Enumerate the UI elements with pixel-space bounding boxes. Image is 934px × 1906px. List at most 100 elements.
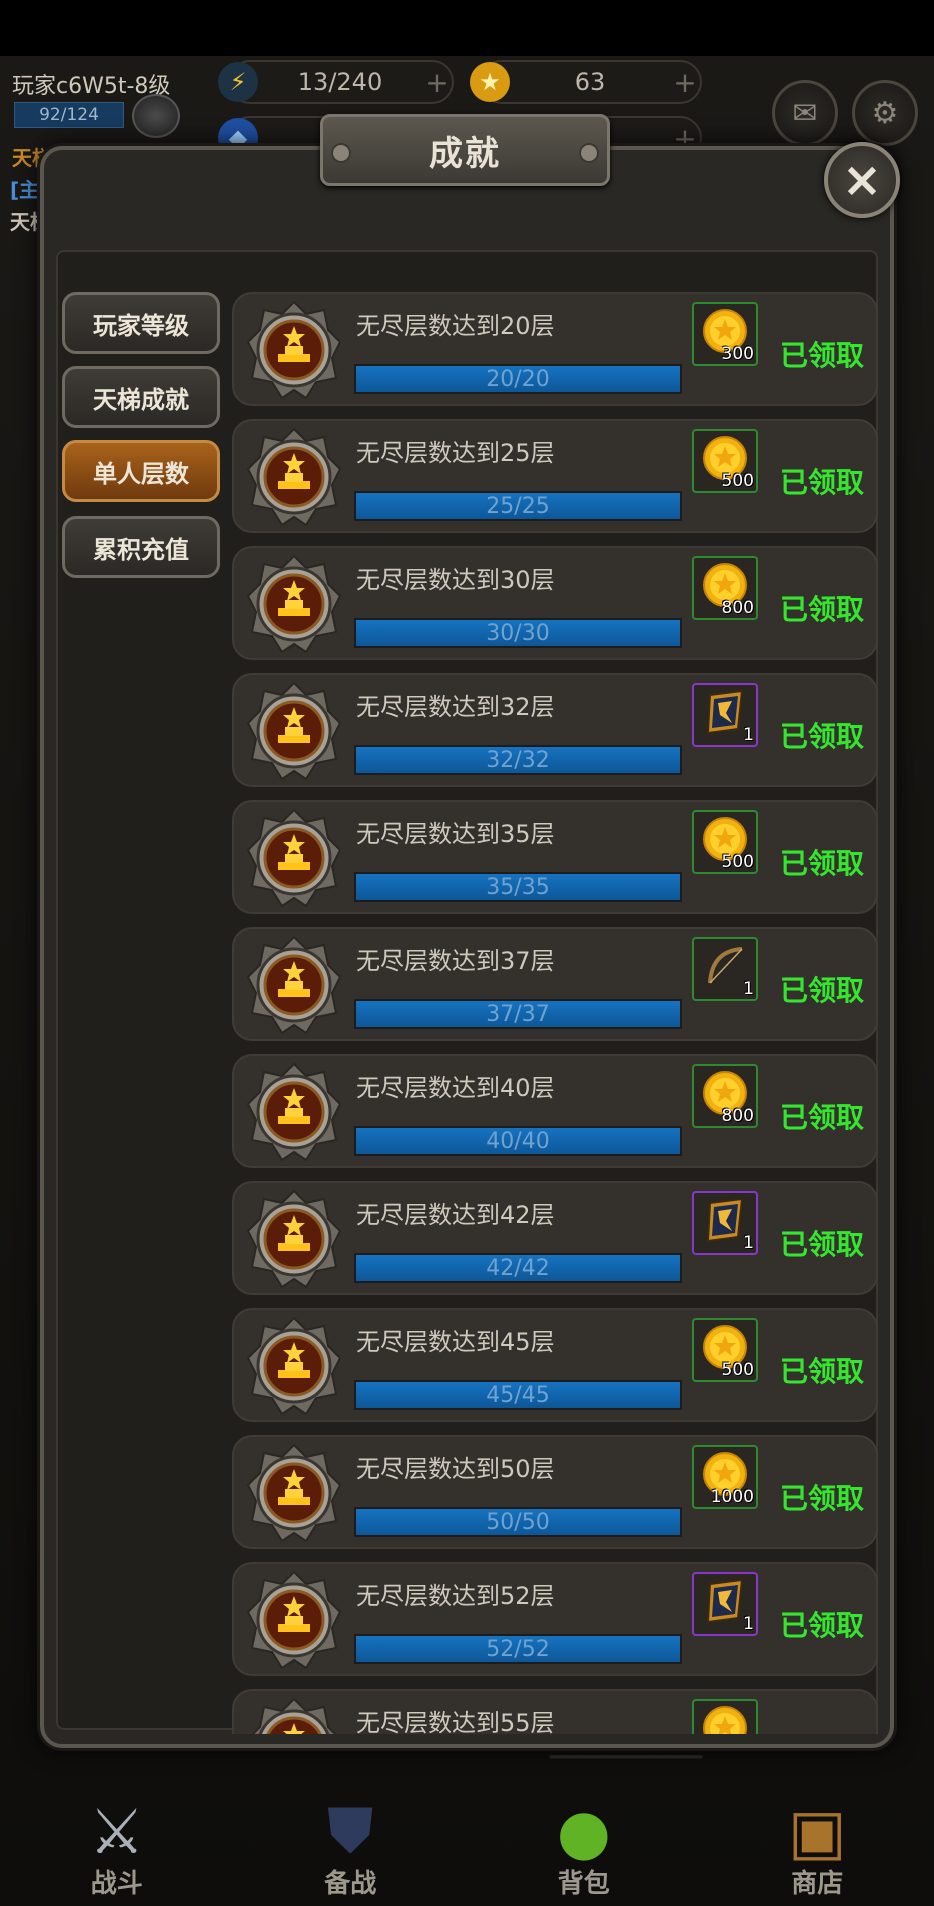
- achievement-title: 无尽层数达到37层: [356, 947, 555, 975]
- bottom-nav: ⚔ 战斗 ⛊ 备战 ● 背包 ▣ 商店: [0, 1790, 934, 1906]
- trophy-medal-icon: [246, 554, 342, 654]
- achievement-title: 无尽层数达到45层: [356, 1328, 555, 1356]
- tab-label: 单人层数: [93, 459, 189, 488]
- reward-quantity: 800: [721, 598, 754, 618]
- progress-text: 50/50: [486, 1509, 550, 1535]
- reward-quantity: 800: [721, 1106, 754, 1126]
- tab-player-level[interactable]: 玩家等级: [62, 292, 220, 354]
- gear-icon: ⚙: [871, 95, 899, 131]
- trophy-medal-icon: [246, 1316, 342, 1416]
- achievement-title: 无尽层数达到40层: [356, 1074, 555, 1102]
- potion-icon: ●: [556, 1795, 611, 1868]
- progress-bar: 37/37: [354, 999, 682, 1029]
- crossed-swords-icon: ⚔: [88, 1795, 145, 1868]
- achievement-title: 无尽层数达到20层: [356, 312, 555, 340]
- reward-quantity: 1000: [710, 1487, 754, 1507]
- tab-label: 累积充值: [93, 535, 189, 564]
- dialog-title-plate: 成就: [320, 114, 610, 186]
- achievement-list[interactable]: 无尽层数达到20层 20/20 300 已领取 无尽层数达到25层 25/25 500 已领…: [228, 288, 884, 1734]
- reward-quantity: 1: [743, 979, 754, 999]
- nav-prepare-label: 备战: [324, 1869, 377, 1899]
- trophy-medal-icon: [246, 1697, 342, 1734]
- achievement-row: 无尽层数达到42层 42/42 1 已领取: [232, 1181, 878, 1295]
- reward-item[interactable]: 500: [692, 1318, 758, 1382]
- status-bar: [0, 0, 934, 56]
- tab-label: 玩家等级: [93, 311, 189, 340]
- reward-item[interactable]: 800: [692, 556, 758, 620]
- nav-shop[interactable]: ▣ 商店: [701, 1790, 934, 1906]
- gold-pill: ★ 63 +: [470, 60, 702, 104]
- progress-bar: 42/42: [354, 1253, 682, 1283]
- achievement-title: 无尽层数达到35层: [356, 820, 555, 848]
- progress-text: 52/52: [486, 1636, 550, 1662]
- reward-quantity: 500: [721, 1360, 754, 1380]
- trophy-medal-icon: [246, 935, 342, 1035]
- achievement-row: 无尽层数达到55层: [232, 1689, 878, 1734]
- progress-bar: 30/30: [354, 618, 682, 648]
- achievement-row: 无尽层数达到30层 30/30 800 已领取: [232, 546, 878, 660]
- trophy-medal-icon: [246, 300, 342, 400]
- reward-item[interactable]: 1: [692, 683, 758, 747]
- xp-bar: 92/124: [14, 102, 124, 128]
- progress-bar: 45/45: [354, 1380, 682, 1410]
- tab-solo-floors[interactable]: 单人层数: [62, 440, 220, 502]
- gold-coin-icon: [702, 1705, 748, 1734]
- settings-button[interactable]: ⚙: [852, 80, 918, 146]
- add-gold-button[interactable]: +: [670, 66, 700, 99]
- nav-prepare[interactable]: ⛊ 备战: [234, 1790, 468, 1906]
- progress-bar: 52/52: [354, 1634, 682, 1664]
- claimed-status: 已领取: [780, 1482, 865, 1515]
- tab-ladder-achievement[interactable]: 天梯成就: [62, 366, 220, 428]
- trophy-medal-icon: [246, 427, 342, 527]
- reward-item[interactable]: 800: [692, 1064, 758, 1128]
- achievement-row: 无尽层数达到25层 25/25 500 已领取: [232, 419, 878, 533]
- nav-bag[interactable]: ● 背包: [467, 1790, 701, 1906]
- claimed-status: 已领取: [780, 1228, 865, 1261]
- progress-text: 35/35: [486, 874, 550, 900]
- reward-item[interactable]: 500: [692, 810, 758, 874]
- reward-quantity: 500: [721, 852, 754, 872]
- progress-text: 32/32: [486, 747, 550, 773]
- progress-bar: 35/35: [354, 872, 682, 902]
- achievement-title: 无尽层数达到42层: [356, 1201, 555, 1229]
- trophy-medal-icon: [246, 808, 342, 908]
- trophy-medal-icon: [246, 1062, 342, 1162]
- reward-item[interactable]: 300: [692, 302, 758, 366]
- reward-item[interactable]: 1: [692, 1191, 758, 1255]
- energy-pill: ⚡ 13/240 +: [218, 60, 454, 104]
- mail-button[interactable]: ✉: [772, 80, 838, 146]
- progress-text: 20/20: [486, 366, 550, 392]
- reward-item[interactable]: 1: [692, 937, 758, 1001]
- close-button[interactable]: ×: [824, 142, 900, 218]
- progress-bar: 50/50: [354, 1507, 682, 1537]
- reward-item[interactable]: [692, 1699, 758, 1734]
- trophy-medal-icon: [246, 1443, 342, 1543]
- achievement-title: 无尽层数达到55层: [356, 1709, 555, 1734]
- progress-bar: 40/40: [354, 1126, 682, 1156]
- shield-icon: [702, 689, 748, 735]
- nav-shop-label: 商店: [791, 1869, 844, 1899]
- tab-label: 天梯成就: [93, 385, 189, 414]
- claimed-status: 已领取: [780, 1101, 865, 1134]
- add-energy-button[interactable]: +: [422, 66, 452, 99]
- shield-icon: ⛊: [326, 1794, 374, 1867]
- tab-cumulative-recharge[interactable]: 累积充值: [62, 516, 220, 578]
- nav-battle[interactable]: ⚔ 战斗: [0, 1790, 234, 1906]
- reward-item[interactable]: 1000: [692, 1445, 758, 1509]
- bow-icon: [702, 943, 748, 989]
- progress-bar: 20/20: [354, 364, 682, 394]
- achievement-title: 无尽层数达到50层: [356, 1455, 555, 1483]
- rank-emblem-icon[interactable]: [132, 94, 180, 138]
- claimed-status: 已领取: [780, 847, 865, 880]
- progress-text: 45/45: [486, 1382, 550, 1408]
- claimed-status: 已领取: [780, 339, 865, 372]
- achievement-title: 无尽层数达到30层: [356, 566, 555, 594]
- claimed-status: 已领取: [780, 593, 865, 626]
- claimed-status: 已领取: [780, 974, 865, 1007]
- achievement-row: 无尽层数达到50层 50/50 1000 已领取: [232, 1435, 878, 1549]
- nav-battle-label: 战斗: [90, 1869, 143, 1899]
- reward-item[interactable]: 500: [692, 429, 758, 493]
- reward-item[interactable]: 1: [692, 1572, 758, 1636]
- progress-text: 30/30: [486, 620, 550, 646]
- progress-text: 40/40: [486, 1128, 550, 1154]
